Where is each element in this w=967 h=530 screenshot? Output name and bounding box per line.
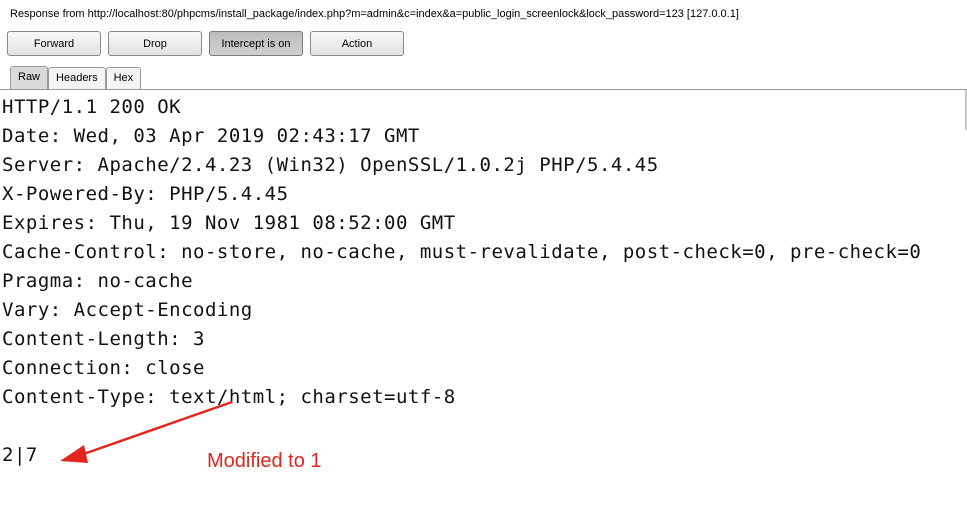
arrow-head xyxy=(60,445,88,463)
arrow-shaft xyxy=(77,400,233,458)
annotation-label: Modified to 1 xyxy=(207,450,322,472)
arrow-icon xyxy=(60,400,233,463)
